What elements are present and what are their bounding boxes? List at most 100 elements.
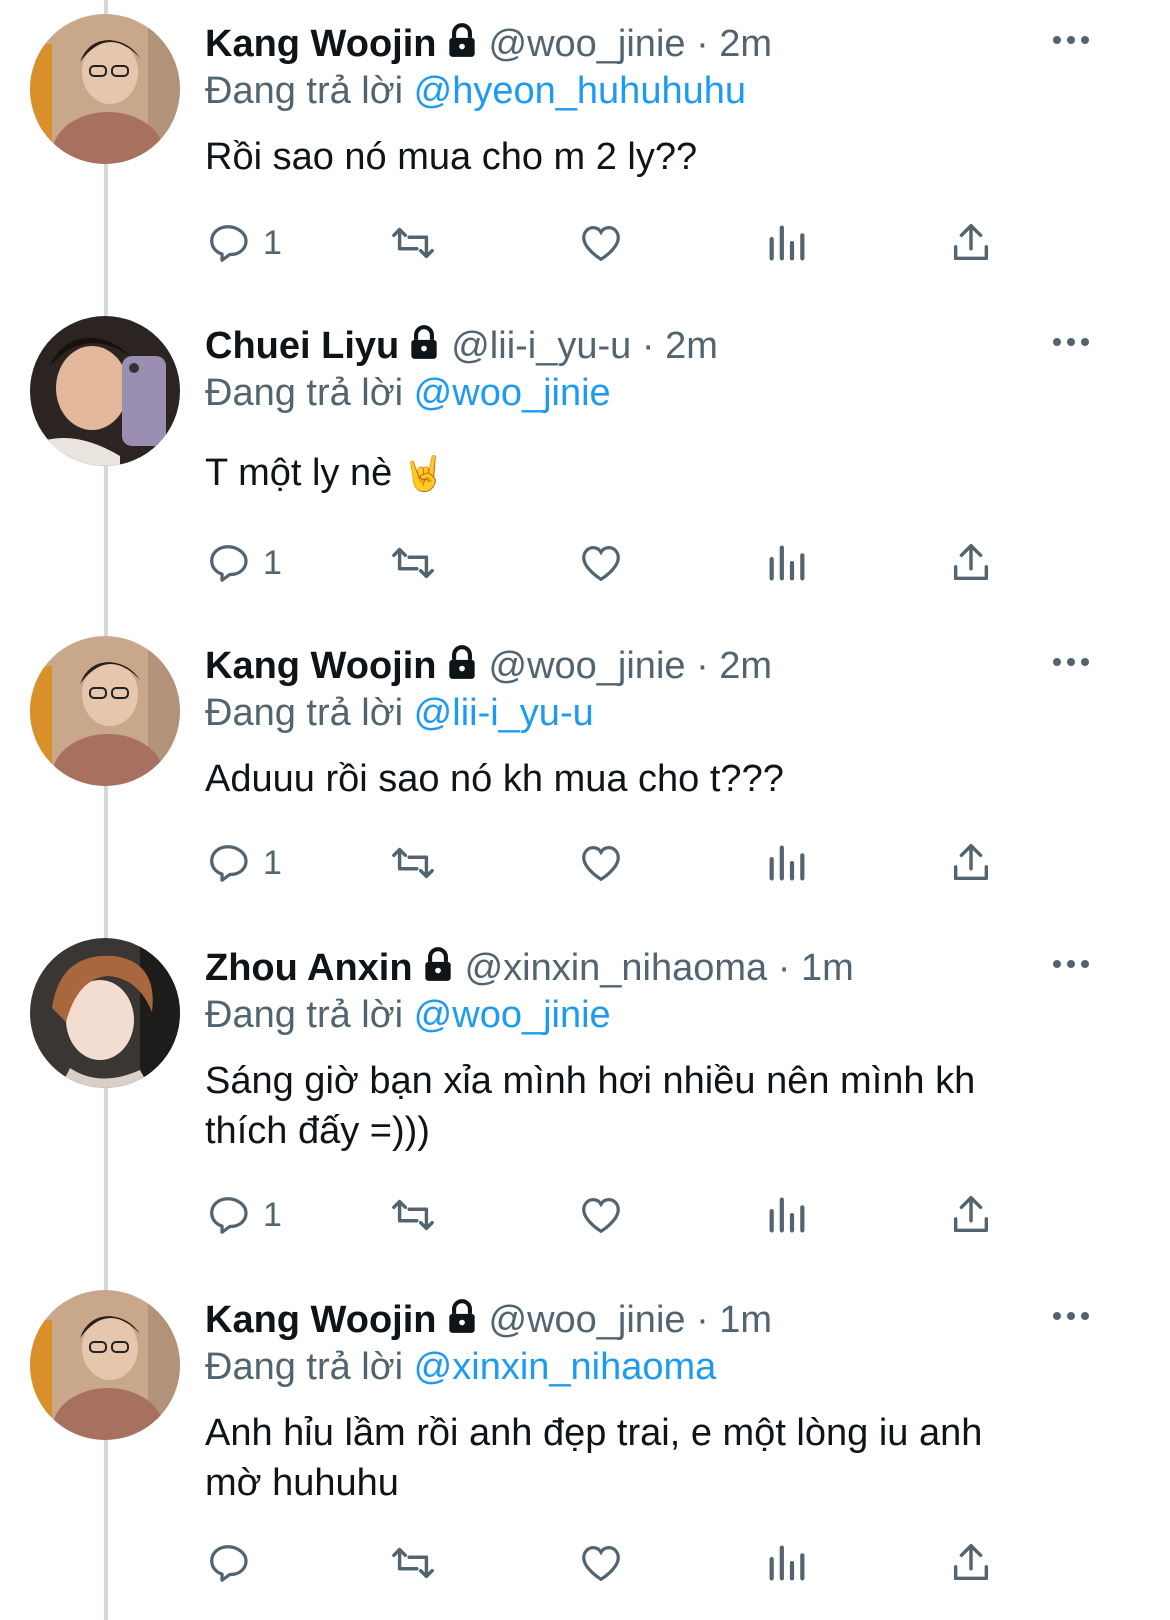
tweet-text: Rồi sao nó mua cho m 2 ly?? bbox=[205, 136, 698, 178]
more-options-icon[interactable] bbox=[1050, 652, 1092, 672]
reply-count: 1 bbox=[263, 223, 282, 262]
reply-button[interactable]: 1 bbox=[205, 538, 282, 588]
share-button[interactable] bbox=[948, 1190, 994, 1240]
avatar[interactable] bbox=[30, 14, 180, 164]
separator-dot: · bbox=[696, 645, 709, 687]
like-button[interactable] bbox=[578, 218, 624, 268]
like-button[interactable] bbox=[578, 538, 624, 588]
handle[interactable]: @woo_jinie bbox=[489, 645, 686, 687]
action-bar: 1 bbox=[0, 218, 1170, 268]
handle[interactable]: @woo_jinie bbox=[489, 23, 686, 65]
tweet-header: Kang Woojin @woo_jinie · 2m bbox=[205, 644, 772, 688]
retweet-button[interactable] bbox=[390, 218, 436, 268]
replying-prefix: Đang trả lời bbox=[205, 1346, 404, 1388]
separator-dot: · bbox=[641, 325, 655, 367]
tweet-text: Anh hỉu lầm rồi anh đẹp trai, e một lòng… bbox=[205, 1408, 1105, 1508]
reply-button[interactable] bbox=[205, 1538, 263, 1588]
reply-button[interactable]: 1 bbox=[205, 218, 282, 268]
more-options-icon[interactable] bbox=[1050, 954, 1092, 974]
tweet-header: Chuei Liyu @lii-i_yu-u · 2m bbox=[205, 324, 718, 368]
reply-icon bbox=[210, 1197, 248, 1234]
reply-count: 1 bbox=[263, 1195, 282, 1234]
views-button[interactable] bbox=[764, 218, 810, 268]
display-name[interactable]: Kang Woojin bbox=[205, 1299, 437, 1341]
handle[interactable]: @xinxin_nihaoma bbox=[465, 947, 768, 989]
separator-dot: · bbox=[777, 947, 791, 989]
replying-prefix: Đang trả lời bbox=[205, 70, 404, 112]
heart-icon bbox=[582, 846, 620, 882]
analytics-icon bbox=[769, 1545, 805, 1581]
retweet-button[interactable] bbox=[390, 538, 436, 588]
lock-icon bbox=[443, 1298, 481, 1336]
views-button[interactable] bbox=[764, 838, 810, 888]
retweet-button[interactable] bbox=[390, 838, 436, 888]
retweet-icon bbox=[392, 227, 434, 259]
replying-to: Đang trả lời @hyeon_huhuhuhu bbox=[205, 68, 746, 114]
handle[interactable]: @lii-i_yu-u bbox=[451, 325, 631, 367]
tweet-text: Aduuu rồi sao nó kh mua cho t??? bbox=[205, 758, 784, 800]
avatar[interactable] bbox=[30, 316, 180, 466]
reply-button[interactable]: 1 bbox=[205, 838, 282, 888]
avatar-chuei-liyu bbox=[30, 316, 180, 466]
reply-icon bbox=[210, 1545, 248, 1582]
reply-icon bbox=[210, 545, 248, 582]
timestamp[interactable]: 2m bbox=[719, 645, 772, 687]
display-name[interactable]: Zhou Anxin bbox=[205, 947, 413, 989]
lock-icon bbox=[419, 946, 457, 984]
share-button[interactable] bbox=[948, 1538, 994, 1588]
share-icon bbox=[953, 544, 989, 581]
display-name[interactable]: Kang Woojin bbox=[205, 645, 437, 687]
share-button[interactable] bbox=[948, 218, 994, 268]
separator-dot: · bbox=[696, 23, 709, 65]
avatar-kang-woojin bbox=[30, 14, 180, 164]
more-options-icon[interactable] bbox=[1050, 30, 1092, 50]
replying-mention-link[interactable]: @xinxin_nihaoma bbox=[414, 1346, 717, 1388]
avatar-zhou-anxin bbox=[30, 938, 180, 1088]
reply-count: 1 bbox=[263, 843, 282, 882]
replying-mention-link[interactable]: @hyeon_huhuhuhu bbox=[414, 70, 746, 112]
timestamp[interactable]: 2m bbox=[719, 23, 772, 65]
replying-prefix: Đang trả lời bbox=[205, 692, 404, 734]
replying-mention-link[interactable]: @lii-i_yu-u bbox=[414, 692, 594, 734]
timestamp[interactable]: 1m bbox=[719, 1299, 772, 1341]
reply-count: 1 bbox=[263, 543, 282, 582]
like-button[interactable] bbox=[578, 1538, 624, 1588]
like-button[interactable] bbox=[578, 838, 624, 888]
views-button[interactable] bbox=[764, 538, 810, 588]
replying-mention-link[interactable]: @woo_jinie bbox=[414, 994, 611, 1036]
analytics-icon bbox=[769, 1197, 805, 1233]
timestamp[interactable]: 1m bbox=[801, 947, 854, 989]
retweet-icon bbox=[392, 1547, 434, 1579]
heart-icon bbox=[582, 546, 620, 582]
lock-icon bbox=[443, 644, 481, 682]
reply-icon bbox=[210, 225, 248, 262]
handle[interactable]: @woo_jinie bbox=[489, 1299, 686, 1341]
retweet-icon bbox=[392, 547, 434, 579]
timestamp[interactable]: 2m bbox=[665, 325, 718, 367]
share-button[interactable] bbox=[948, 838, 994, 888]
replying-mention-link[interactable]: @woo_jinie bbox=[414, 372, 611, 414]
avatar-kang-woojin bbox=[30, 636, 180, 786]
like-button[interactable] bbox=[578, 1190, 624, 1240]
share-button[interactable] bbox=[948, 538, 994, 588]
action-bar: 1 bbox=[0, 838, 1170, 888]
avatar[interactable] bbox=[30, 938, 180, 1088]
avatar[interactable] bbox=[30, 636, 180, 786]
more-options-icon[interactable] bbox=[1050, 1306, 1092, 1326]
tweet-header: Zhou Anxin @xinxin_nihaoma · 1m bbox=[205, 946, 854, 990]
retweet-icon bbox=[392, 1199, 434, 1231]
retweet-button[interactable] bbox=[390, 1538, 436, 1588]
reply-button[interactable]: 1 bbox=[205, 1190, 282, 1240]
action-bar: 1 bbox=[0, 1190, 1170, 1240]
share-icon bbox=[953, 1544, 989, 1581]
replying-to: Đang trả lời @woo_jinie bbox=[205, 992, 611, 1038]
display-name[interactable]: Kang Woojin bbox=[205, 23, 437, 65]
retweet-button[interactable] bbox=[390, 1190, 436, 1240]
separator-dot: · bbox=[696, 1299, 709, 1341]
views-button[interactable] bbox=[764, 1538, 810, 1588]
display-name[interactable]: Chuei Liyu bbox=[205, 325, 399, 367]
more-options-icon[interactable] bbox=[1050, 332, 1092, 352]
share-icon bbox=[953, 844, 989, 881]
views-button[interactable] bbox=[764, 1190, 810, 1240]
avatar[interactable] bbox=[30, 1290, 180, 1440]
